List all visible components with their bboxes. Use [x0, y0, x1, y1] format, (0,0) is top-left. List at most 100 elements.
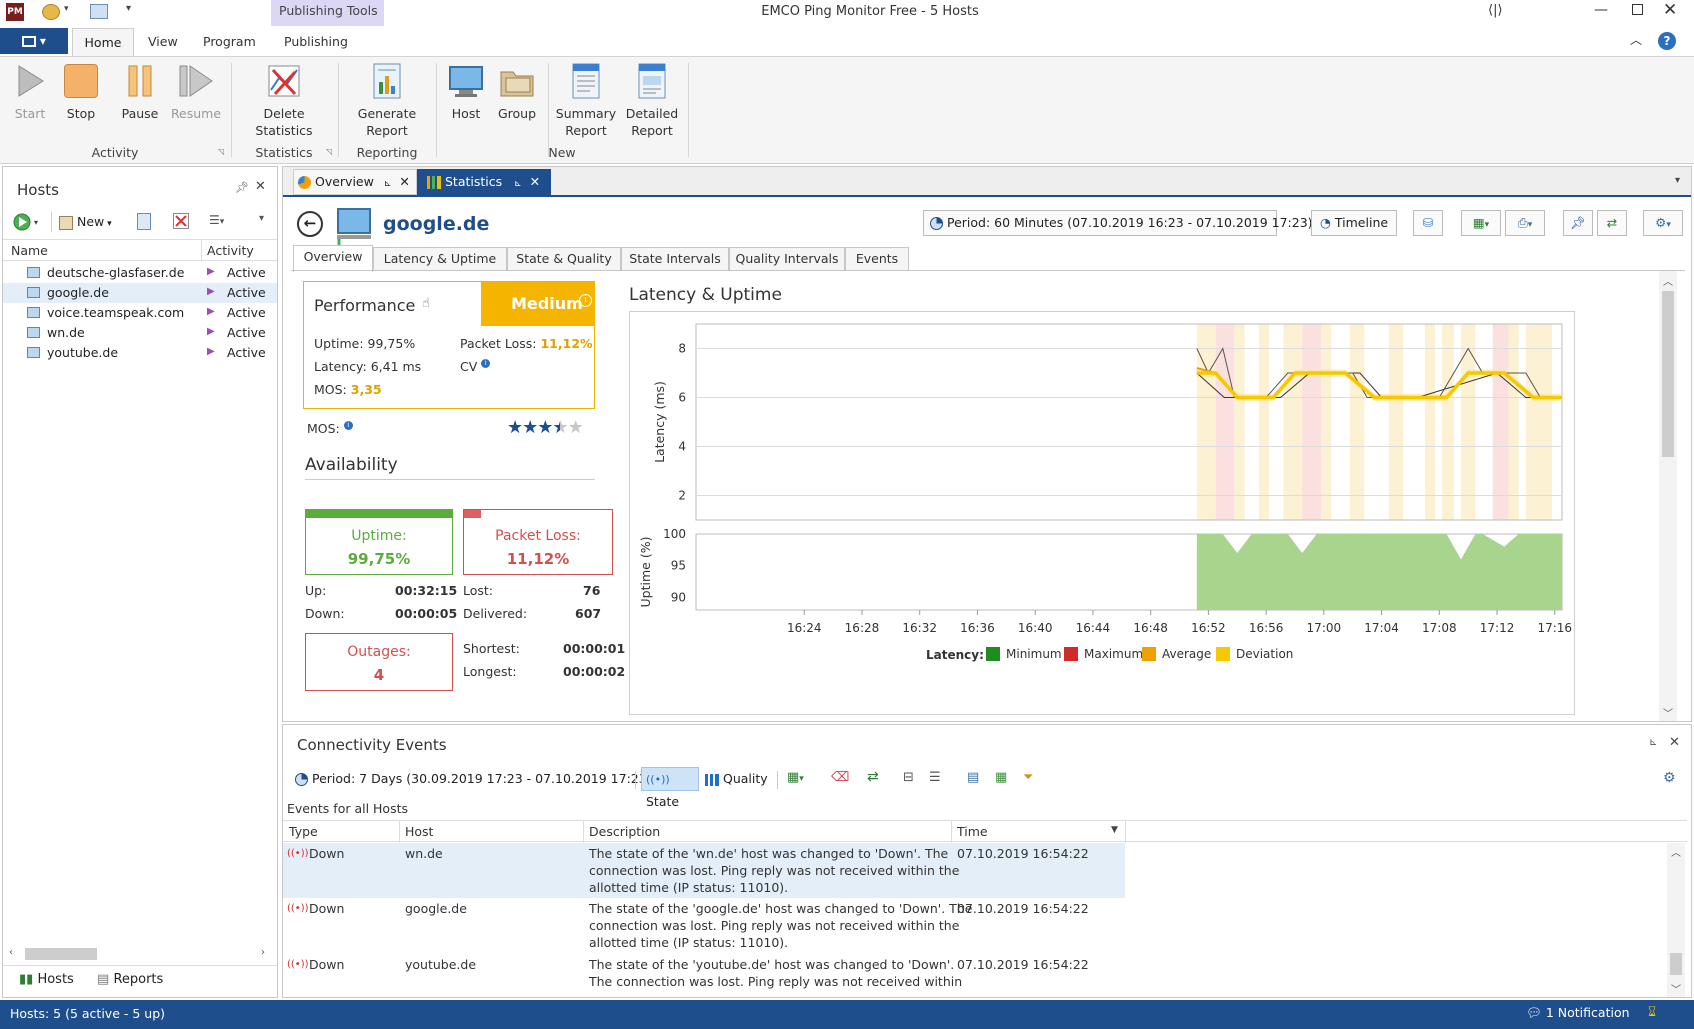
stop-button[interactable]: Stop [60, 61, 102, 122]
rating-info-icon[interactable]: i [579, 294, 592, 307]
event-row[interactable]: ((•)) Down wn.de The state of the 'wn.de… [283, 843, 1125, 898]
sync-button[interactable]: ⇄ [1597, 210, 1627, 236]
col-host[interactable]: Host [405, 824, 433, 839]
events-pin-icon[interactable]: ⊾ [1649, 737, 1657, 748]
app-icon[interactable]: PM [6, 3, 24, 21]
period-selector[interactable]: Period: 60 Minutes (07.10.2019 16:23 - 0… [923, 210, 1325, 236]
grid-view-icon[interactable]: ▦ [995, 770, 1007, 785]
resize-icon[interactable]: ⟨|⟩ [1488, 3, 1503, 18]
doc-tab-statistics-pin-icon[interactable]: ⊾ [514, 179, 522, 189]
new-dropdown-button[interactable]: New ▾ [59, 212, 112, 232]
col-time[interactable]: Time [957, 824, 988, 839]
events-close-icon[interactable]: ✕ [1669, 735, 1680, 750]
export-button[interactable]: ▦▾ [1461, 210, 1501, 236]
tab-program[interactable]: Program [203, 34, 256, 49]
hosts-panel-close-icon[interactable]: ✕ [255, 179, 266, 194]
col-activity[interactable]: Activity [207, 243, 254, 258]
column-chooser-icon[interactable]: ▤ [967, 770, 979, 785]
doc-tab-overview[interactable]: Overview ⊾ ✕ [293, 169, 417, 195]
tab-home[interactable]: Home [72, 28, 134, 57]
summary-report-button[interactable]: Summary Report [554, 61, 618, 139]
quick-access-window-icon[interactable] [90, 4, 108, 19]
stats-subtab[interactable]: State Intervals [621, 247, 729, 271]
col-type[interactable]: Type [289, 824, 318, 839]
uptime-card: Uptime: 99,75% [305, 509, 453, 575]
detailed-report-button[interactable]: Detailed Report [622, 61, 682, 139]
host-row[interactable]: voice.teamspeak.com ▶ Active [3, 303, 277, 323]
activity-dialog-launcher-icon[interactable]: ◹ [218, 147, 224, 156]
back-button[interactable]: ← [297, 211, 323, 237]
refresh-events-icon[interactable]: ⇄ [867, 769, 879, 785]
properties-icon[interactable] [137, 213, 151, 230]
database-button[interactable]: ⛁ [1413, 210, 1443, 236]
collapse-rows-icon[interactable]: ⊟ [903, 770, 914, 785]
reports-bottom-tab[interactable]: ▤ Reports [97, 972, 163, 987]
notification-button[interactable]: 💬︎ 1 Notification [1526, 1005, 1630, 1021]
collapse-ribbon-icon[interactable]: ︿ [1630, 31, 1642, 48]
col-name[interactable]: Name [11, 243, 48, 258]
pin-view-button[interactable]: 📌︎ [1563, 210, 1593, 236]
stats-subtab[interactable]: Overview [293, 245, 373, 272]
stats-subtab[interactable]: Events [845, 247, 909, 271]
stats-vscroll-thumb[interactable] [1662, 291, 1674, 457]
performance-help-icon[interactable]: ☝︎ [422, 296, 430, 311]
stats-subtab[interactable]: Latency & Uptime [373, 247, 507, 271]
pin-icon[interactable]: 📌︎ [235, 181, 249, 194]
quick-access-dropdown-icon[interactable]: ▾ [64, 4, 69, 14]
hosts-hscroll-thumb[interactable] [25, 948, 97, 960]
host-row[interactable]: wn.de ▶ Active [3, 323, 277, 343]
cv-info-icon[interactable]: i [481, 359, 491, 368]
mos-info-icon[interactable]: i [343, 421, 353, 430]
minimize-button[interactable]: — [1594, 2, 1608, 18]
pause-button[interactable]: Pause [116, 61, 164, 122]
print-button[interactable]: ⎙▾ [1505, 210, 1545, 236]
events-vscroll-thumb[interactable] [1670, 953, 1682, 975]
stats-subtab[interactable]: State & Quality [507, 247, 621, 271]
events-period-selector[interactable]: Period: 7 Days (30.09.2019 17:23 - 07.10… [295, 771, 659, 786]
tab-view[interactable]: View [148, 34, 178, 49]
export-events-button[interactable]: ▦▾ [787, 770, 804, 785]
hosts-hscrollbar[interactable]: ‹ › [7, 945, 273, 961]
doc-tab-overview-pin-icon[interactable]: ⊾ [384, 179, 392, 189]
doc-tab-overview-close-icon[interactable]: ✕ [399, 174, 409, 189]
view-options-button[interactable]: ☰▾ [209, 213, 224, 227]
customize-qat-icon[interactable]: ▾ [126, 3, 131, 14]
generate-report-button[interactable]: Generate Report [352, 61, 422, 139]
settings-dropdown-button[interactable]: ⚙▾ [1643, 210, 1683, 236]
filter-icon[interactable]: ⏷ [1023, 770, 1033, 785]
events-vscrollbar[interactable]: ︿ ﹀ [1667, 843, 1685, 997]
toolbar-overflow-icon[interactable]: ▾ [259, 213, 264, 224]
host-row[interactable]: deutsche-glasfaser.de ▶ Active [3, 263, 277, 283]
expand-rows-icon[interactable]: ☰ [929, 770, 941, 785]
doc-tabs-menu-icon[interactable]: ▾ [1675, 175, 1680, 186]
new-group-button[interactable]: Group [494, 61, 540, 122]
quick-access-palette-icon[interactable] [42, 4, 60, 20]
statistics-dialog-launcher-icon[interactable]: ◹ [326, 147, 332, 156]
run-dropdown-button[interactable]: ▾ [13, 213, 43, 231]
close-button[interactable]: ✕ [1663, 0, 1677, 20]
event-row[interactable]: ((•)) Down youtube.de The state of the '… [283, 954, 1125, 994]
stats-subtab[interactable]: Quality Intervals [729, 247, 845, 271]
host-row[interactable]: google.de ▶ Active [3, 283, 277, 303]
delete-statistics-button[interactable]: Delete Statistics [252, 61, 316, 139]
resume-button[interactable]: Resume [170, 61, 222, 122]
host-row[interactable]: youtube.de ▶ Active [3, 343, 277, 363]
timeline-button[interactable]: ◔ Timeline [1311, 210, 1397, 236]
eraser-icon[interactable]: ⌫ [831, 770, 849, 785]
maximize-button[interactable] [1632, 4, 1643, 15]
tab-publishing[interactable]: Publishing [284, 34, 348, 49]
col-description[interactable]: Description [589, 824, 660, 839]
quality-filter-button[interactable]: Quality [705, 771, 768, 786]
doc-tab-statistics-close-icon[interactable]: ✕ [530, 174, 540, 189]
new-host-button[interactable]: Host [444, 61, 488, 122]
event-row[interactable]: ((•)) Down google.de The state of the 'g… [283, 898, 1125, 954]
delete-stats-small-icon[interactable] [173, 213, 189, 229]
state-filter-button[interactable]: ((•)) State [641, 767, 699, 809]
doc-tab-statistics[interactable]: Statistics ⊾ ✕ [417, 169, 551, 197]
file-menu-button[interactable]: ▾ [0, 28, 68, 54]
help-icon[interactable]: ? [1658, 32, 1676, 50]
events-settings-icon[interactable]: ⚙ [1663, 770, 1676, 786]
start-button[interactable]: Start [10, 61, 50, 122]
stats-vscrollbar[interactable]: ︿ ﹀ [1659, 271, 1677, 721]
hosts-bottom-tab[interactable]: ▮▮ Hosts [19, 972, 74, 987]
